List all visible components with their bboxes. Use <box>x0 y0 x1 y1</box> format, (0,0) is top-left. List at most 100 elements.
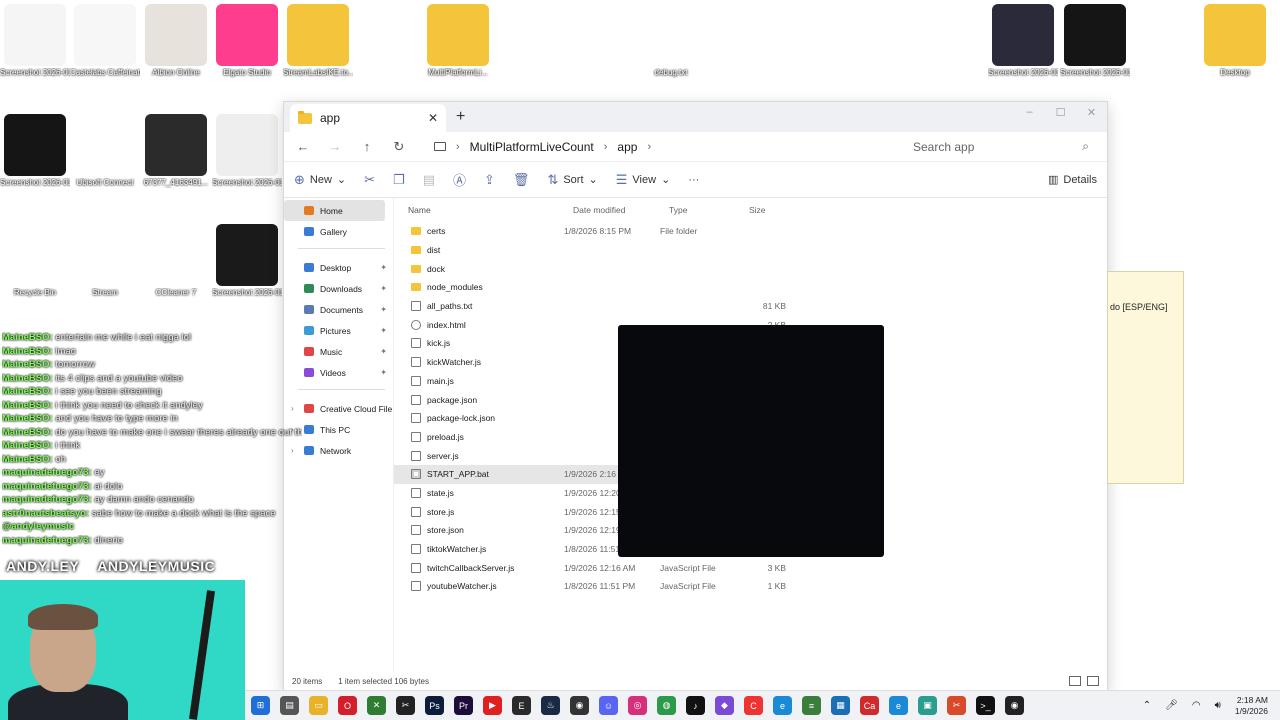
column-header-type[interactable]: Type <box>669 205 749 215</box>
calculator-icon[interactable]: ▣ <box>918 696 937 715</box>
file-name: package.json <box>427 394 478 405</box>
desktop-icon[interactable]: debug.txt <box>636 4 706 78</box>
desktop-icon[interactable]: Screenshot 2026-01 ... <box>0 114 70 188</box>
desktop-icon-label: Desktop <box>1220 68 1250 77</box>
obs-icon[interactable]: ◉ <box>570 696 589 715</box>
back-arrow-icon[interactable]: ← <box>294 139 312 154</box>
search-input[interactable]: Search app ⌕ <box>905 134 1097 160</box>
photoshop-icon[interactable]: Ps <box>425 696 444 715</box>
delete-button[interactable]: 🗑 <box>513 172 530 188</box>
copy-button[interactable]: ❐ <box>393 172 405 188</box>
paste-button[interactable]: ▤ <box>423 172 435 188</box>
desktop-icon[interactable]: CCleaner 7 <box>141 224 211 298</box>
chevron-down-icon: ⌄ <box>336 174 347 186</box>
new-button[interactable]: ⊕ New ⌄ <box>294 172 346 188</box>
chrome-icon[interactable]: ◍ <box>657 696 676 715</box>
file-row[interactable]: all_paths.txt 81 KB <box>394 297 1107 316</box>
photos-icon[interactable]: ▦ <box>831 696 850 715</box>
file-row[interactable]: certs 1/8/2026 8:15 PM File folder <box>394 222 1107 241</box>
windows-icon[interactable]: ⊞ <box>251 696 270 715</box>
file-row[interactable]: youtubeWatcher.js 1/8/2026 11:51 PM JavaSc… <box>394 577 1107 596</box>
terminal-icon[interactable]: ▤ <box>280 696 299 715</box>
new-tab-button[interactable]: + <box>456 108 465 126</box>
file-row[interactable]: node_modules <box>394 278 1107 297</box>
cmd-icon[interactable]: >_ <box>976 696 995 715</box>
close-window-button[interactable]: ✕ <box>1076 102 1107 122</box>
sidebar-item-home[interactable]: Home <box>284 200 385 221</box>
premiere-icon[interactable]: Pr <box>454 696 473 715</box>
desktop-icon[interactable]: Desktop <box>1200 4 1270 78</box>
details-button[interactable]: ▥ Details <box>1048 173 1097 187</box>
minimize-button[interactable]: – <box>1014 102 1045 122</box>
desktop-icon[interactable]: Elgato Studio <box>212 4 282 78</box>
breadcrumb-item-multiplatformlivecount[interactable]: MultiPlatformLiveCount <box>470 140 594 154</box>
youtube-icon[interactable]: ▶ <box>483 696 502 715</box>
share-button[interactable]: ⇪ <box>484 172 495 188</box>
forward-arrow-icon[interactable]: → <box>326 139 344 154</box>
tiles-view-icon[interactable] <box>1087 676 1099 686</box>
instagram-icon[interactable]: ◎ <box>628 696 647 715</box>
file-icon <box>411 450 421 461</box>
castelabs-icon[interactable]: C <box>744 696 763 715</box>
file-row[interactable]: dock <box>394 259 1107 278</box>
ca-icon[interactable]: Ca <box>860 696 879 715</box>
microphone-icon[interactable]: 🎤︎ <box>1165 700 1178 711</box>
snipping-icon[interactable]: ✂ <box>947 696 966 715</box>
tiktok-icon[interactable]: ♪ <box>686 696 705 715</box>
sidebar-item-gallery[interactable]: Gallery <box>284 221 393 242</box>
desktop-icon[interactable]: Albion Online <box>141 4 211 78</box>
file-row[interactable]: twitchCallbackServer.js 1/9/2026 12:16 AM… <box>394 558 1107 577</box>
desktop-icon[interactable]: Screenshot 2026-01 ... <box>1060 4 1130 78</box>
github-icon[interactable]: ◉ <box>1005 696 1024 715</box>
volume-icon[interactable]: 🔊︎ <box>1215 700 1221 711</box>
sidebar-item-desktop[interactable]: Desktop ✦ <box>284 257 393 278</box>
sidebar-item-downloads[interactable]: Downloads ✦ <box>284 278 393 299</box>
details-view-icon[interactable] <box>1069 676 1081 686</box>
streamlabs-icon[interactable]: ◆ <box>715 696 734 715</box>
desktop-icon[interactable]: Screenshot 2026-01 ... <box>988 4 1058 78</box>
desktop-icon[interactable]: Recycle Bin <box>0 224 70 298</box>
file-explorer-icon[interactable]: ▭ <box>309 696 328 715</box>
close-tab-icon[interactable]: ✕ <box>428 111 438 125</box>
desktop-icon[interactable]: 67377_4163491... <box>141 114 211 188</box>
refresh-icon[interactable]: ↻ <box>390 139 408 155</box>
rename-button[interactable]: Ⓐ <box>453 170 466 189</box>
view-button[interactable]: ☰ View ⌄ <box>616 172 671 188</box>
maximize-button[interactable]: ☐ <box>1045 102 1076 122</box>
chat-message: MaineBSO: its 4 clips and a youtube vide… <box>2 373 302 387</box>
column-header-size[interactable]: Size <box>749 205 795 215</box>
notepad-icon[interactable]: ≡ <box>802 696 821 715</box>
up-arrow-icon[interactable]: ↑ <box>358 139 376 154</box>
more-options-button[interactable]: ··· <box>688 174 699 186</box>
clock[interactable]: 2:18 AM 1/9/2026 <box>1235 695 1268 717</box>
column-header-name[interactable]: Name <box>408 205 573 215</box>
cut-button[interactable]: ✂ <box>364 172 375 188</box>
breadcrumb[interactable]: › MultiPlatformLiveCount › app › <box>422 134 891 160</box>
desktop-icon[interactable]: Screenshot 2026-01 ... <box>212 224 282 298</box>
steam-icon[interactable]: ♨ <box>541 696 560 715</box>
desktop-icon[interactable]: StreamLabsIKE.to... <box>283 4 353 78</box>
chevron-up-icon[interactable]: ⌃ <box>1143 700 1151 711</box>
capcut-icon[interactable]: ✂ <box>396 696 415 715</box>
epic-icon[interactable]: E <box>512 696 531 715</box>
desktop-icon[interactable]: Stream <box>70 224 140 298</box>
desktop-icon[interactable]: Screenshot 2026-01 ... <box>0 4 70 78</box>
wifi-icon[interactable]: ◠ <box>1192 700 1201 711</box>
discord-icon[interactable]: ☺ <box>599 696 618 715</box>
desktop-icon[interactable]: Ubisoft Connect <box>70 114 140 188</box>
sidebar-item-documents[interactable]: Documents ✦ <box>284 299 393 320</box>
desktop-icon[interactable]: MultiPlatformLi... <box>423 4 493 78</box>
desktop-icon[interactable]: Castelabs Caffeinated <box>70 4 140 78</box>
edge-icon[interactable]: e <box>773 696 792 715</box>
tab-app[interactable]: app ✕ <box>290 104 446 132</box>
sort-button[interactable]: ⇅ Sort ⌄ <box>547 172 597 188</box>
file-row[interactable]: dist <box>394 241 1107 260</box>
desktop-icon-label: Screenshot 2026-01 ... <box>0 68 70 77</box>
edge-dev-icon[interactable]: e <box>889 696 908 715</box>
share-icon: ⇪ <box>484 171 495 187</box>
desktop-icon[interactable]: Screenshot 2026-01 ... <box>212 114 282 188</box>
xbox-icon[interactable]: ✕ <box>367 696 386 715</box>
breadcrumb-item-app[interactable]: app <box>617 140 637 154</box>
column-header-date[interactable]: Date modified <box>573 205 669 215</box>
opera-icon[interactable]: O <box>338 696 357 715</box>
